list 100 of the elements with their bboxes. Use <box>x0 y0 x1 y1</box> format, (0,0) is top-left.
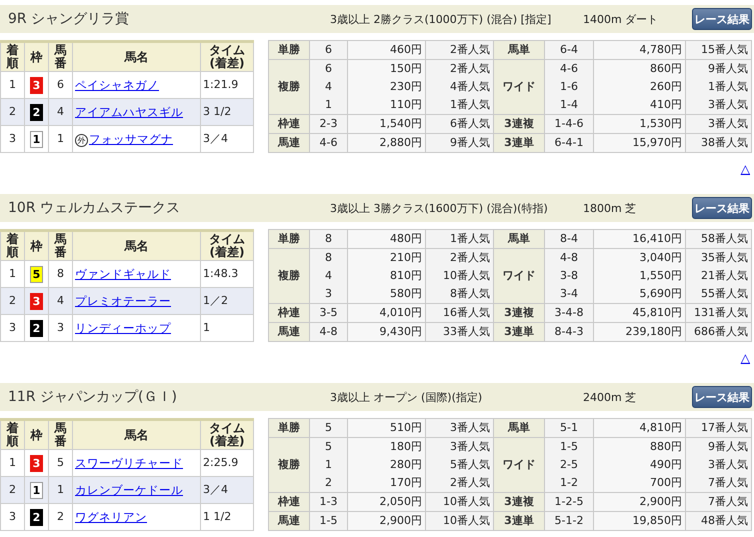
bet-type-label: 3連複 <box>494 492 544 512</box>
popularity-text: 10番人気 <box>442 513 490 529</box>
popularity-text: 9番人気 <box>707 439 748 455</box>
bet-type-label: 単勝 <box>268 418 310 438</box>
popularity-text: 686番人気 <box>693 324 748 340</box>
payout-amount: 180円 <box>389 439 422 455</box>
combination-text: 3 <box>324 286 333 302</box>
payout-amount: 260円 <box>649 79 682 95</box>
race-result-button[interactable]: レース結果 <box>692 197 752 219</box>
bet-type-label: 単勝 <box>268 40 310 60</box>
number-cell: 4 <box>48 98 72 126</box>
time-header: タイム (着差) <box>200 42 254 72</box>
popularity-text: 8番人気 <box>449 286 490 302</box>
popularity-text: 17番人気 <box>700 420 748 436</box>
popularity-text: 2番人気 <box>449 61 490 77</box>
combination-text: 8-4-3 <box>554 324 584 340</box>
foreign-mark: 外 <box>75 134 88 146</box>
bet-type-label: ワイド <box>494 248 544 304</box>
race-distance: 1400m ダート <box>583 12 660 26</box>
combination-text: 1-5 <box>318 513 338 529</box>
horse-name-header: 馬名 <box>72 230 200 260</box>
frame-badge: 3 <box>30 76 43 94</box>
popularity-text: 3番人気 <box>707 457 748 473</box>
payout-amount: 880円 <box>649 439 682 455</box>
popularity-text: 1番人気 <box>449 231 490 247</box>
race-result-button[interactable]: レース結果 <box>692 386 752 408</box>
race-conditions: 3歳以上 2勝クラス(1000万下) (混合) [指定] <box>330 12 552 26</box>
bet-type-label: 馬連 <box>268 134 310 152</box>
time-cell: 1／2 <box>200 288 254 314</box>
combination-text: 2-3 <box>318 116 338 132</box>
frame-badge: 2 <box>30 508 43 526</box>
bet-type-label: 複勝 <box>268 60 310 114</box>
popularity-text: 38番人気 <box>700 135 748 151</box>
bet-type-label: 馬単 <box>494 418 544 438</box>
combination-text: 4-6 <box>318 135 338 151</box>
popularity-text: 7番人気 <box>707 494 748 510</box>
horse-name-link[interactable]: フォッサマグナ <box>89 132 173 146</box>
combination-text: 5-1-2 <box>554 513 584 529</box>
combination-text: 1-2-5 <box>554 494 584 510</box>
horse-name-header: 馬名 <box>72 420 200 450</box>
bet-type-label: 3連複 <box>494 114 544 134</box>
popularity-text: 5番人気 <box>449 457 490 473</box>
race-title: 10R ウェルカムステークス <box>8 199 181 217</box>
payout-amount: 150円 <box>389 61 422 77</box>
race-title: 11R ジャパンカップ(ＧＩ) <box>8 388 178 406</box>
popularity-text: 3番人気 <box>449 420 490 436</box>
combination-text: 6-4-1 <box>554 135 584 151</box>
time-cell: 1 <box>200 314 254 342</box>
bet-type-label: 3連単 <box>494 512 544 530</box>
popularity-text: 2番人気 <box>449 250 490 266</box>
combination-text: 4-6 <box>559 61 579 77</box>
popularity-text: 131番人気 <box>693 305 748 321</box>
payout-amount: 1,530円 <box>638 116 682 132</box>
combination-text: 8 <box>324 250 333 266</box>
race-distance: 1800m 芝 <box>583 200 638 216</box>
popularity-text: 1番人気 <box>449 97 490 113</box>
bet-type-label: 枠連 <box>268 114 310 134</box>
number-cell: 1 <box>48 126 72 152</box>
payout-amount: 19,850円 <box>632 513 682 529</box>
payout-amount: 45,810円 <box>632 305 682 321</box>
horse-name-header: 馬名 <box>72 42 200 72</box>
bet-type-label: 複勝 <box>268 438 310 492</box>
popularity-text: 10番人気 <box>442 494 490 510</box>
rank-cell: 3 <box>0 504 24 530</box>
combination-text: 4-8 <box>559 250 579 266</box>
popularity-text: 3番人気 <box>707 97 748 113</box>
bet-type-label: 枠連 <box>268 304 310 322</box>
combination-text: 1-2 <box>559 475 579 491</box>
rank-cell: 3 <box>0 126 24 152</box>
combination-text: 2 <box>324 475 333 491</box>
popularity-text: 55番人気 <box>700 286 748 302</box>
page-top-link[interactable]: △ <box>740 351 750 365</box>
frame-badge: 1 <box>30 130 43 148</box>
combination-text: 4 <box>324 79 333 95</box>
payout-amount: 280円 <box>389 457 422 473</box>
popularity-text: 9番人気 <box>449 135 490 151</box>
frame-badge: 3 <box>30 454 43 472</box>
popularity-text: 15番人気 <box>700 42 748 58</box>
bet-type-label: 馬連 <box>268 322 310 342</box>
race-result-button[interactable]: レース結果 <box>692 8 752 30</box>
frame-badge: 3 <box>30 292 43 310</box>
popularity-text: 7番人気 <box>707 475 748 491</box>
frame-badge: 1 <box>30 482 43 498</box>
combination-text: 6 <box>324 61 333 77</box>
time-header: タイム (着差) <box>200 420 254 450</box>
combination-text: 8-4 <box>559 231 579 247</box>
popularity-text: 3番人気 <box>449 439 490 455</box>
payout-amount: 2,900円 <box>638 494 682 510</box>
bet-type-label: 馬単 <box>494 40 544 60</box>
combination-text: 3-8 <box>559 268 579 284</box>
page-top-link[interactable]: △ <box>740 162 750 176</box>
number-cell: 3 <box>48 314 72 342</box>
payout-amount: 210円 <box>389 250 422 266</box>
combination-text: 1-4-6 <box>554 116 584 132</box>
payout-amount: 2,900円 <box>378 513 422 529</box>
rank-cell: 2 <box>0 288 24 314</box>
bet-type-label: 馬単 <box>494 230 544 248</box>
popularity-text: 1番人気 <box>707 79 748 95</box>
popularity-text: 21番人気 <box>700 268 748 284</box>
popularity-text: 58番人気 <box>700 231 748 247</box>
